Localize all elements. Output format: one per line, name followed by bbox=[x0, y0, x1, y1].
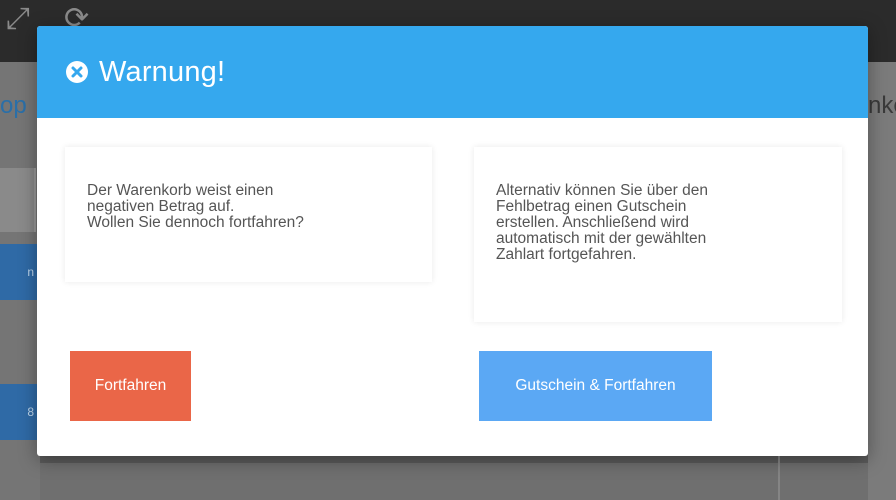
dialog-title: Warnung! bbox=[99, 56, 226, 88]
dialog-header: Warnung! bbox=[37, 26, 868, 118]
expand-icon: ⤢ bbox=[6, 2, 30, 35]
message-card-negative-amount: Der Warenkorb weist einen negativen Betr… bbox=[65, 147, 432, 282]
close-circle-icon[interactable] bbox=[65, 60, 89, 84]
background-left-button: 8 bbox=[0, 384, 38, 440]
background-left-stripe bbox=[0, 168, 36, 232]
negative-amount-message: Der Warenkorb weist einen negativen Betr… bbox=[87, 182, 304, 231]
background-left-button: n bbox=[0, 244, 38, 300]
warning-dialog: Warnung! Der Warenkorb weist einen negat… bbox=[37, 26, 868, 456]
background-left-title: op bbox=[0, 92, 27, 119]
voucher-message: Alternativ können Sie über den Fehlbetra… bbox=[496, 182, 708, 263]
voucher-and-continue-button[interactable]: Gutschein & Fortfahren bbox=[479, 351, 712, 421]
background-right-panel bbox=[868, 62, 896, 500]
continue-button[interactable]: Fortfahren bbox=[70, 351, 191, 421]
background-right-title: nke bbox=[868, 92, 896, 119]
message-card-voucher: Alternativ können Sie über den Fehlbetra… bbox=[474, 147, 842, 322]
background-bottom-row bbox=[40, 455, 868, 463]
